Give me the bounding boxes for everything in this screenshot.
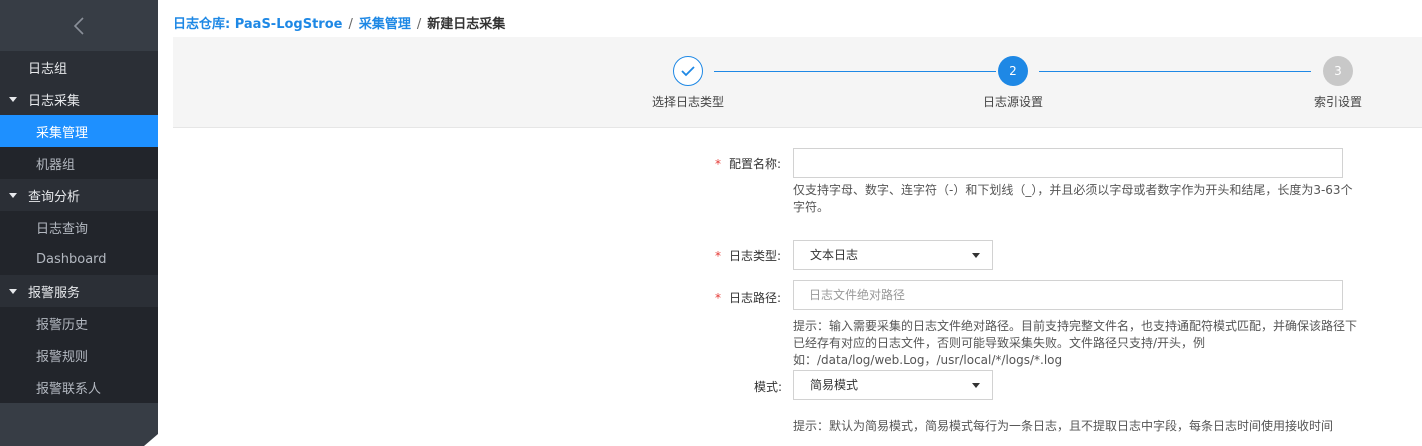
step-2-label: 日志源设置	[983, 95, 1044, 109]
sidebar: 日志组 日志采集 采集管理 机器组 查询分析 日志查询 Dashboard 报警…	[0, 0, 158, 446]
log-path-input[interactable]: 日志文件绝对路径	[793, 280, 1343, 310]
caret-down-icon	[9, 96, 17, 102]
breadcrumb-separator: /	[348, 17, 353, 32]
caret-down-icon	[972, 383, 980, 388]
log-path-label: * 日志路径:	[715, 291, 782, 305]
sidebar-item-alert-rules[interactable]: 报警规则	[0, 339, 158, 371]
sidebar-group-label: 查询分析	[28, 189, 81, 205]
required-mark: *	[715, 249, 721, 263]
caret-down-icon	[9, 192, 17, 198]
caret-down-icon	[9, 288, 17, 294]
sidebar-group-alert-service[interactable]: 报警服务	[0, 275, 158, 307]
breadcrumb-current: 新建日志采集	[427, 17, 506, 32]
sidebar-item-collection-management[interactable]: 采集管理	[0, 115, 158, 147]
sidebar-item-label: 采集管理	[36, 125, 89, 141]
step-3-circle: 3	[1323, 56, 1353, 86]
wizard-steps: 选择日志类型 2 日志源设置 3 索引设置	[173, 37, 1422, 128]
sidebar-item-label: 报警规则	[36, 349, 89, 365]
sidebar-item-label: Dashboard	[36, 251, 107, 267]
config-name-hint: 仅支持字母、数字、连字符（-）和下划线（_），并且必须以字母或者数字作为开头和结…	[793, 183, 1353, 214]
breadcrumb-separator: /	[416, 17, 422, 32]
mode-hint: 提示：默认为简易模式，简易模式每行为一条日志，且不提取日志中字段，每条日志时间使…	[793, 419, 1334, 433]
sidebar-group-query-analysis[interactable]: 查询分析	[0, 179, 158, 211]
breadcrumb: 日志仓库: PaaS-LogStroe / 采集管理 / 新建日志采集	[173, 13, 505, 32]
sidebar-corner-decoration	[144, 434, 158, 446]
mode-label: 模式:	[754, 380, 783, 394]
required-mark: *	[715, 157, 721, 171]
config-name-input[interactable]	[793, 148, 1343, 178]
chevron-left-icon	[73, 16, 84, 35]
step-1-label: 选择日志类型	[652, 95, 725, 109]
check-icon	[681, 66, 695, 77]
mode-select[interactable]: 简易模式	[793, 370, 993, 400]
caret-down-icon	[972, 253, 980, 258]
sidebar-group-label: 报警服务	[28, 285, 81, 301]
sidebar-item-label: 报警联系人	[36, 381, 102, 397]
step-connector	[1039, 71, 1311, 72]
sidebar-item-dashboard[interactable]: Dashboard	[0, 243, 158, 275]
required-mark: *	[715, 291, 721, 305]
log-type-select[interactable]: 文本日志	[793, 240, 993, 270]
log-path-hint: 提示：输入需要采集的日志文件绝对路径。目前支持完整文件名，也支持通配符模式匹配，…	[793, 319, 1358, 367]
sidebar-item-alert-history[interactable]: 报警历史	[0, 307, 158, 339]
sidebar-footer	[0, 403, 158, 446]
sidebar-menu: 日志组 日志采集 采集管理 机器组 查询分析 日志查询 Dashboard 报警…	[0, 51, 158, 403]
mode-value: 简易模式	[810, 378, 859, 392]
step-connector	[714, 71, 996, 72]
sidebar-collapse-button[interactable]	[0, 0, 158, 51]
sidebar-item-label: 报警历史	[36, 317, 89, 333]
config-name-label: * 配置名称:	[715, 157, 782, 171]
sidebar-item-log-query[interactable]: 日志查询	[0, 211, 158, 243]
log-type-label: * 日志类型:	[715, 249, 782, 263]
breadcrumb-root-link[interactable]: 日志仓库: PaaS-LogStroe	[173, 17, 342, 32]
breadcrumb-parent-link[interactable]: 采集管理	[359, 17, 411, 32]
step-3-label: 索引设置	[1314, 95, 1363, 109]
sidebar-group-label: 日志采集	[28, 93, 81, 109]
sidebar-item-label: 日志查询	[36, 221, 89, 237]
sidebar-item-alert-contacts[interactable]: 报警联系人	[0, 371, 158, 403]
log-type-value: 文本日志	[810, 248, 859, 262]
step-2-circle: 2	[998, 56, 1028, 86]
sidebar-item-label: 日志组	[28, 61, 68, 77]
sidebar-item-label: 机器组	[36, 157, 76, 173]
sidebar-item-log-group[interactable]: 日志组	[0, 51, 158, 83]
step-1-circle	[673, 56, 703, 86]
sidebar-group-log-collection[interactable]: 日志采集	[0, 83, 158, 115]
sidebar-item-machine-group[interactable]: 机器组	[0, 147, 158, 179]
